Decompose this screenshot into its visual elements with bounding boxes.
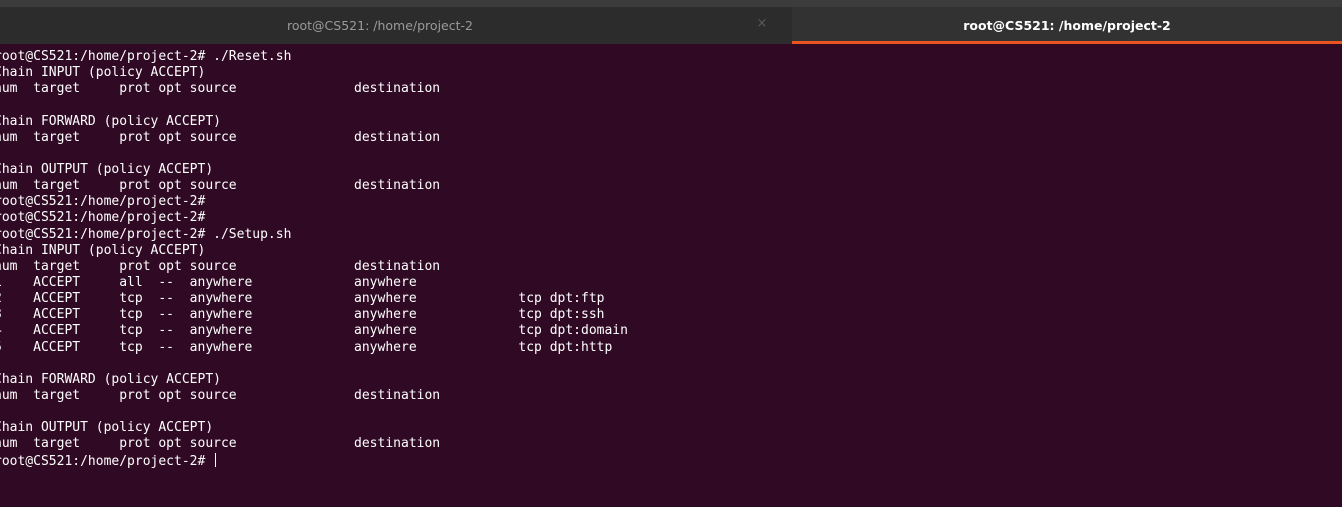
- tab-inactive[interactable]: root@CS521: /home/project-2 ×: [0, 7, 792, 44]
- tab-title: root@CS521: /home/project-2: [963, 17, 1171, 33]
- terminal-line: 3 ACCEPT tcp -- anywhere anywhere tcp dp…: [0, 307, 605, 323]
- terminal-line: root@CS521:/home/project-2#: [0, 194, 206, 210]
- terminal-line: num target prot opt source destination: [0, 129, 441, 145]
- tab-bar: root@CS521: /home/project-2 × root@CS521…: [0, 0, 1342, 44]
- text-cursor: [215, 452, 217, 467]
- tab-title: root@CS521: /home/project-2: [287, 18, 473, 33]
- terminal-line: 4 ACCEPT tcp -- anywhere anywhere tcp dp…: [0, 323, 628, 339]
- terminal-line: root@CS521:/home/project-2# ./Reset.sh: [0, 49, 292, 64]
- terminal-line: num target prot opt source destination: [0, 258, 441, 274]
- terminal-line: 5 ACCEPT tcp -- anywhere anywhere tcp dp…: [0, 339, 613, 355]
- prompt-line[interactable]: root@CS521:/home/project-2#: [0, 452, 1342, 469]
- terminal-line: 1 ACCEPT all -- anywhere anywhere: [0, 274, 417, 290]
- terminal-line: num target prot opt source destination: [0, 387, 441, 403]
- terminal-line: num target prot opt source destination: [0, 81, 441, 97]
- terminal-line: Chain OUTPUT (policy ACCEPT): [0, 420, 214, 436]
- title-strip: [0, 0, 1342, 7]
- terminal-line: num target prot opt source destination: [0, 178, 441, 194]
- terminal-output[interactable]: root@CS521:/home/project-2# ./Reset.sh C…: [0, 44, 1342, 507]
- prompt-text: root@CS521:/home/project-2#: [0, 453, 214, 469]
- terminal-line: Chain FORWARD (policy ACCEPT): [0, 371, 221, 387]
- terminal-line: 2 ACCEPT tcp -- anywhere anywhere tcp dp…: [0, 291, 605, 307]
- terminal-line: num target prot opt source destination: [0, 436, 441, 452]
- tab-active[interactable]: root@CS521: /home/project-2: [792, 7, 1342, 44]
- close-icon[interactable]: ×: [754, 16, 770, 32]
- terminal-window: root@CS521: /home/project-2 × root@CS521…: [0, 0, 1342, 507]
- terminal-line: root@CS521:/home/project-2# ./Setup.sh: [0, 226, 292, 242]
- terminal-line: Chain FORWARD (policy ACCEPT): [0, 113, 221, 129]
- terminal-line: Chain INPUT (policy ACCEPT): [0, 65, 206, 81]
- terminal-line: root@CS521:/home/project-2#: [0, 210, 206, 226]
- terminal-line: Chain OUTPUT (policy ACCEPT): [0, 161, 214, 177]
- terminal-line: Chain INPUT (policy ACCEPT): [0, 242, 206, 258]
